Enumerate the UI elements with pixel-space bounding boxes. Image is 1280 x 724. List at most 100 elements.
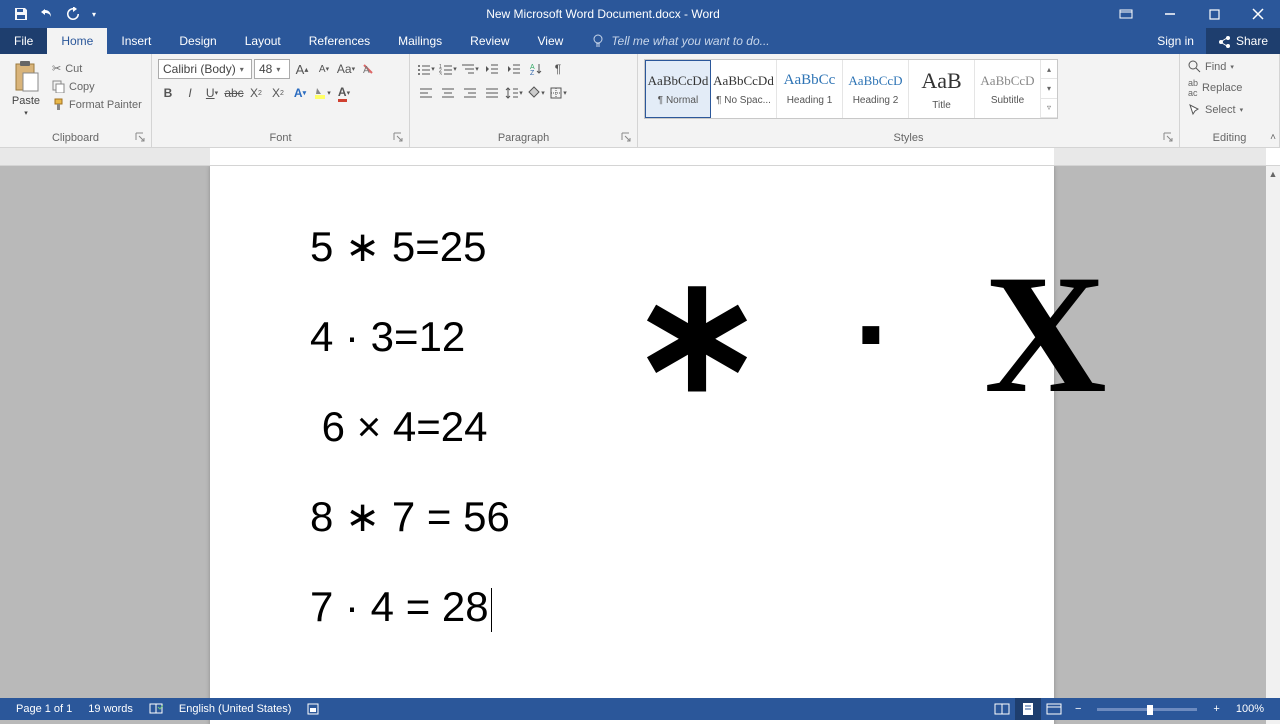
superscript-button[interactable]: X2: [268, 83, 288, 103]
style-title[interactable]: AaBTitle: [909, 60, 975, 118]
asterisk-symbol[interactable]: ∗: [630, 270, 764, 398]
text-effects-button[interactable]: A▾: [290, 83, 310, 103]
dialog-launcher-icon[interactable]: [393, 132, 405, 144]
close-button[interactable]: [1236, 0, 1280, 28]
style-heading2[interactable]: AaBbCcDHeading 2: [843, 60, 909, 118]
show-hide-button[interactable]: ¶: [548, 59, 568, 79]
tab-references[interactable]: References: [295, 28, 384, 54]
dialog-launcher-icon[interactable]: [1163, 132, 1175, 144]
scroll-up[interactable]: ▲: [1266, 166, 1280, 182]
clear-formatting-button[interactable]: A: [358, 59, 378, 79]
read-mode-button[interactable]: [989, 698, 1015, 720]
numbering-button[interactable]: 123▾: [438, 59, 458, 79]
font-color-button[interactable]: A▾: [334, 83, 354, 103]
page-indicator[interactable]: Page 1 of 1: [8, 703, 80, 715]
big-symbols[interactable]: ∗ · X: [630, 266, 1107, 402]
vertical-scrollbar[interactable]: ▲ ▼: [1266, 166, 1280, 724]
page[interactable]: 5 ∗ 5=25 4 · 3=12 6 × 4=24 8 ∗ 7 = 56 7 …: [210, 166, 1054, 724]
x-symbol[interactable]: X: [984, 266, 1107, 402]
qat-customize[interactable]: ▾: [86, 0, 102, 28]
cut-button[interactable]: ✂Cut: [50, 61, 144, 76]
copy-icon: [52, 80, 65, 93]
styles-gallery[interactable]: AaBbCcDd¶ Normal AaBbCcDd¶ No Spac... Aa…: [644, 59, 1058, 119]
highlight-button[interactable]: ▾: [312, 83, 332, 103]
font-size-combo[interactable]: 48▾: [254, 59, 290, 79]
word-count[interactable]: 19 words: [80, 703, 141, 715]
shading-button[interactable]: ▾: [526, 83, 546, 103]
web-layout-button[interactable]: [1041, 698, 1067, 720]
tab-layout[interactable]: Layout: [231, 28, 295, 54]
line-spacing-button[interactable]: ▾: [504, 83, 524, 103]
horizontal-ruler[interactable]: [0, 148, 1280, 166]
dialog-launcher-icon[interactable]: [135, 132, 147, 144]
dot-symbol[interactable]: ·: [854, 286, 894, 382]
brush-icon: [52, 98, 65, 111]
style-normal[interactable]: AaBbCcDd¶ Normal: [645, 60, 711, 118]
language-indicator[interactable]: English (United States): [171, 703, 300, 715]
font-name-combo[interactable]: Calibri (Body)▾: [158, 59, 252, 79]
minimize-button[interactable]: [1148, 0, 1192, 28]
zoom-level[interactable]: 100%: [1228, 703, 1272, 715]
sort-button[interactable]: AZ: [526, 59, 546, 79]
zoom-slider[interactable]: [1097, 708, 1197, 711]
redo-button[interactable]: [60, 0, 86, 28]
tab-file[interactable]: File: [0, 28, 47, 54]
maximize-button[interactable]: [1192, 0, 1236, 28]
print-layout-button[interactable]: [1015, 698, 1041, 720]
style-no-spacing[interactable]: AaBbCcDd¶ No Spac...: [711, 60, 777, 118]
undo-button[interactable]: [34, 0, 60, 28]
grow-font-button[interactable]: A▴: [292, 59, 312, 79]
document-text[interactable]: 5 ∗ 5=25 4 · 3=12 6 × 4=24 8 ∗ 7 = 56 7 …: [310, 226, 510, 680]
underline-button[interactable]: U▾: [202, 83, 222, 103]
collapse-ribbon-button[interactable]: ˄: [1270, 132, 1276, 143]
increase-indent-button[interactable]: [504, 59, 524, 79]
ribbon-display-button[interactable]: [1104, 0, 1148, 28]
macro-button[interactable]: [299, 703, 327, 715]
text-line[interactable]: 8 ∗ 7 = 56: [310, 496, 510, 538]
copy-button[interactable]: Copy: [50, 79, 144, 94]
align-right-button[interactable]: [460, 83, 480, 103]
paste-icon: [12, 61, 40, 93]
replace-icon: abac: [1188, 78, 1198, 98]
dialog-launcher-icon[interactable]: [621, 132, 633, 144]
text-line[interactable]: 5 ∗ 5=25: [310, 226, 510, 268]
format-painter-button[interactable]: Format Painter: [50, 97, 144, 112]
borders-button[interactable]: ▾: [548, 83, 568, 103]
tell-me[interactable]: Tell me what you want to do...: [577, 28, 769, 54]
multilevel-list-button[interactable]: ▾: [460, 59, 480, 79]
find-button[interactable]: Find ▾: [1186, 59, 1236, 74]
strikethrough-button[interactable]: abc: [224, 83, 244, 103]
paste-button[interactable]: Paste ▾: [6, 59, 46, 119]
align-left-button[interactable]: [416, 83, 436, 103]
text-line[interactable]: 7 · 4 = 28: [310, 586, 510, 632]
gallery-scroll[interactable]: ▴▾▿: [1041, 60, 1057, 118]
bullets-button[interactable]: ▾: [416, 59, 436, 79]
tab-review[interactable]: Review: [456, 28, 523, 54]
style-subtitle[interactable]: AaBbCcDSubtitle: [975, 60, 1041, 118]
justify-button[interactable]: [482, 83, 502, 103]
replace-button[interactable]: abacReplace: [1186, 77, 1244, 99]
save-button[interactable]: [8, 0, 34, 28]
decrease-indent-button[interactable]: [482, 59, 502, 79]
zoom-in-button[interactable]: +: [1205, 703, 1227, 715]
select-button[interactable]: Select ▾: [1186, 102, 1245, 117]
text-line[interactable]: 6 × 4=24: [310, 406, 510, 448]
share-button[interactable]: Share: [1206, 28, 1280, 54]
italic-button[interactable]: I: [180, 83, 200, 103]
signin-button[interactable]: Sign in: [1145, 28, 1206, 54]
shrink-font-button[interactable]: A▾: [314, 59, 334, 79]
tab-insert[interactable]: Insert: [107, 28, 165, 54]
subscript-button[interactable]: X2: [246, 83, 266, 103]
change-case-button[interactable]: Aa▾: [336, 59, 356, 79]
spellcheck-button[interactable]: [141, 702, 171, 716]
align-center-button[interactable]: [438, 83, 458, 103]
style-heading1[interactable]: AaBbCcHeading 1: [777, 60, 843, 118]
text-line[interactable]: 4 · 3=12: [310, 316, 510, 358]
window-controls: [1104, 0, 1280, 28]
zoom-out-button[interactable]: −: [1067, 703, 1089, 715]
tab-mailings[interactable]: Mailings: [384, 28, 456, 54]
bold-button[interactable]: B: [158, 83, 178, 103]
tab-view[interactable]: View: [524, 28, 578, 54]
tab-design[interactable]: Design: [165, 28, 230, 54]
tab-home[interactable]: Home: [47, 28, 107, 54]
